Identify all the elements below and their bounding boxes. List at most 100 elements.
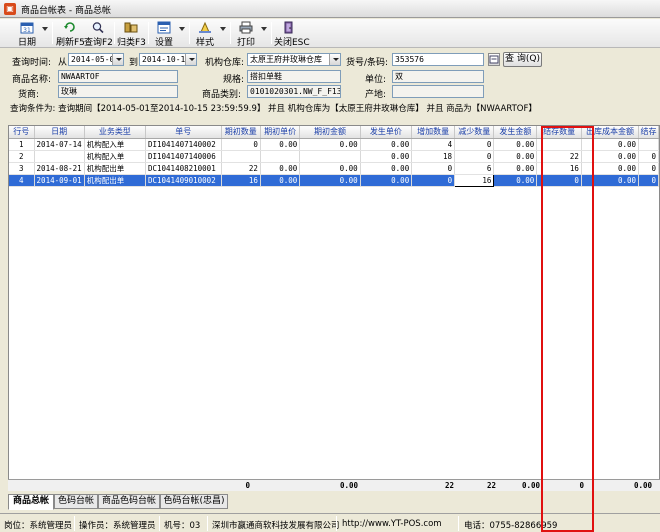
- status-phone: 电话：0755-82866959: [464, 521, 558, 531]
- col-header-opening-amount[interactable]: 期初金额: [299, 126, 361, 139]
- cell-opening-price: [260, 150, 301, 163]
- table-row[interactable]: 2 机构配入单 DI1041407140006 0.00 18 0 0.00 2…: [9, 150, 659, 163]
- table-row[interactable]: 3 2014-08-21 机构配出单 DC1041408210001 22 0.…: [9, 162, 659, 175]
- warehouse-dropdown-icon[interactable]: [329, 54, 340, 65]
- tab-color-ledger-zhongchang[interactable]: 色码台帐(忠昌): [160, 494, 228, 509]
- to-date-field[interactable]: 2014-10-15: [139, 53, 197, 66]
- style-dropdown-caret[interactable]: [220, 27, 226, 31]
- table-row-selected[interactable]: 4 2014-09-01 机构配出单 DC1041409010002 16 0.…: [9, 173, 659, 187]
- cell-opening-amount: 0.00: [299, 138, 361, 151]
- status-separator: [159, 516, 160, 531]
- cell-opening-price: 0.00: [260, 138, 301, 151]
- sum-amount: 0.00: [521, 481, 540, 490]
- cell-doc-no: DI1041407140006: [145, 150, 222, 163]
- cell-price: 0.00: [360, 162, 413, 175]
- col-header-opening-qty[interactable]: 期初数量: [221, 126, 261, 139]
- query-button-toolbar[interactable]: 查询F2: [84, 21, 113, 48]
- classify-button[interactable]: 归类F3: [117, 21, 146, 48]
- date-dropdown-caret[interactable]: [42, 27, 48, 31]
- ledger-grid[interactable]: 行号 日期 业务类型 单号 期初数量 期初单价 期初金额 发生单价 增加数量 减…: [8, 125, 660, 490]
- grid-summary-row: 0 0.00 22 22 0.00 0 0.00: [8, 479, 660, 491]
- toolbar-separator: [230, 22, 231, 44]
- cell-out-cost: 0.00: [581, 138, 640, 151]
- cell-incr-qty: 4: [411, 138, 456, 151]
- col-header-decr-qty[interactable]: 减少数量: [454, 126, 495, 139]
- svg-text:31: 31: [23, 27, 31, 34]
- settings-dropdown-caret[interactable]: [179, 27, 185, 31]
- tab-color-ledger[interactable]: 色码台帐: [54, 494, 98, 509]
- code-field[interactable]: 353576: [392, 53, 484, 66]
- code-picker-button[interactable]: [488, 53, 500, 66]
- col-header-opening-price[interactable]: 期初单价: [260, 126, 301, 139]
- cell-biz-type: 机构配入单: [84, 150, 146, 163]
- toolbar-separator: [114, 22, 115, 44]
- col-header-amount[interactable]: 发生金额: [493, 126, 538, 139]
- col-header-date[interactable]: 日期: [34, 126, 85, 139]
- cell-date: [34, 150, 85, 163]
- date-button[interactable]: 31 日期: [14, 21, 40, 48]
- cell-balance: 0: [638, 174, 659, 187]
- cell-date: 2014-08-21: [34, 162, 85, 175]
- status-bar: 岗位：系统管理员 操作员：系统管理员 机号：03 深圳市赢通商软科技发展有限公司…: [0, 513, 660, 532]
- product-name-field[interactable]: NWAARTOF: [58, 70, 178, 83]
- cell-decr-qty: 0: [454, 138, 495, 151]
- cell-opening-price: 0.00: [260, 162, 301, 175]
- sum-out-cost: 0.00: [633, 481, 652, 490]
- calendar-icon: 31: [20, 22, 34, 34]
- print-dropdown-caret[interactable]: [261, 27, 267, 31]
- cell-row-no: 2: [9, 150, 35, 163]
- col-header-doc-no[interactable]: 单号: [145, 126, 222, 139]
- col-header-incr-qty[interactable]: 增加数量: [411, 126, 456, 139]
- cell-opening-qty: 16: [221, 174, 261, 187]
- unit-field[interactable]: 双: [392, 70, 484, 83]
- cell-opening-amount: [299, 150, 361, 163]
- col-header-price[interactable]: 发生单价: [360, 126, 413, 139]
- sum-opening-amount: 0.00: [339, 481, 358, 490]
- from-date-field[interactable]: 2014-05-01: [68, 53, 124, 66]
- sum-balance-qty: 0: [579, 481, 584, 490]
- tab-product-ledger[interactable]: 商品总帐: [8, 494, 54, 510]
- col-header-biz-type[interactable]: 业务类型: [84, 126, 146, 139]
- cell-price: 0.00: [360, 150, 413, 163]
- cell-opening-price: 0.00: [260, 174, 301, 187]
- tab-product-color-ledger[interactable]: 商品色码台帐: [98, 494, 160, 509]
- category-field[interactable]: 0101020301.NW_F_F13_单鞋: [247, 85, 341, 98]
- toolbar-separator: [271, 22, 272, 44]
- code-label: 货号/条码:: [346, 58, 389, 68]
- cell-balance: 0: [638, 162, 659, 175]
- status-separator: [74, 516, 75, 531]
- toolbar: 31 日期 刷新F5 查询F2 归类F3 设置 样式 打印 关闭ESC: [0, 19, 660, 48]
- col-header-balance-qty[interactable]: 结存数量: [536, 126, 582, 139]
- to-label: 到: [129, 58, 139, 68]
- cell-out-cost: 0.00: [581, 150, 640, 163]
- cell-biz-type: 机构配出单: [84, 162, 146, 175]
- refresh-icon: [64, 22, 75, 32]
- cell-balance-qty: 22: [536, 150, 582, 163]
- settings-button[interactable]: 设置: [152, 21, 176, 48]
- ledger-table: 行号 日期 业务类型 单号 期初数量 期初单价 期初金额 发生单价 增加数量 减…: [9, 126, 659, 187]
- close-button[interactable]: 关闭ESC: [274, 21, 310, 48]
- col-header-balance[interactable]: 结存: [638, 126, 659, 139]
- col-header-row-no[interactable]: 行号: [9, 126, 35, 139]
- from-date-dropdown-icon[interactable]: [112, 54, 123, 65]
- sum-opening-qty: 0: [245, 481, 250, 490]
- print-button[interactable]: 打印: [234, 21, 258, 48]
- cell-decr-qty-editing[interactable]: 16: [454, 173, 495, 187]
- col-header-out-cost[interactable]: 出库成本金额: [581, 126, 640, 139]
- cell-date: 2014-09-01: [34, 174, 85, 187]
- to-date-dropdown-icon[interactable]: [185, 54, 196, 65]
- cell-incr-qty: 0: [411, 174, 456, 187]
- cell-opening-qty: [221, 150, 261, 163]
- category-label: 商品类别:: [202, 90, 242, 100]
- origin-field[interactable]: [392, 85, 484, 98]
- item-no-field[interactable]: 玫琳: [58, 85, 178, 98]
- style-button[interactable]: 样式: [193, 21, 217, 48]
- refresh-button[interactable]: 刷新F5: [56, 21, 85, 48]
- unit-label: 单位:: [365, 75, 387, 85]
- cell-opening-qty: 22: [221, 162, 261, 175]
- spec-field[interactable]: 搭扣单鞋: [247, 70, 341, 83]
- search-icon: [92, 22, 104, 34]
- warehouse-field[interactable]: 太原王府井玫琳仓库: [247, 53, 341, 66]
- query-button[interactable]: 查 询(Q): [503, 52, 542, 67]
- table-row[interactable]: 1 2014-07-14 机构配入单 DI1041407140002 0 0.0…: [9, 138, 659, 151]
